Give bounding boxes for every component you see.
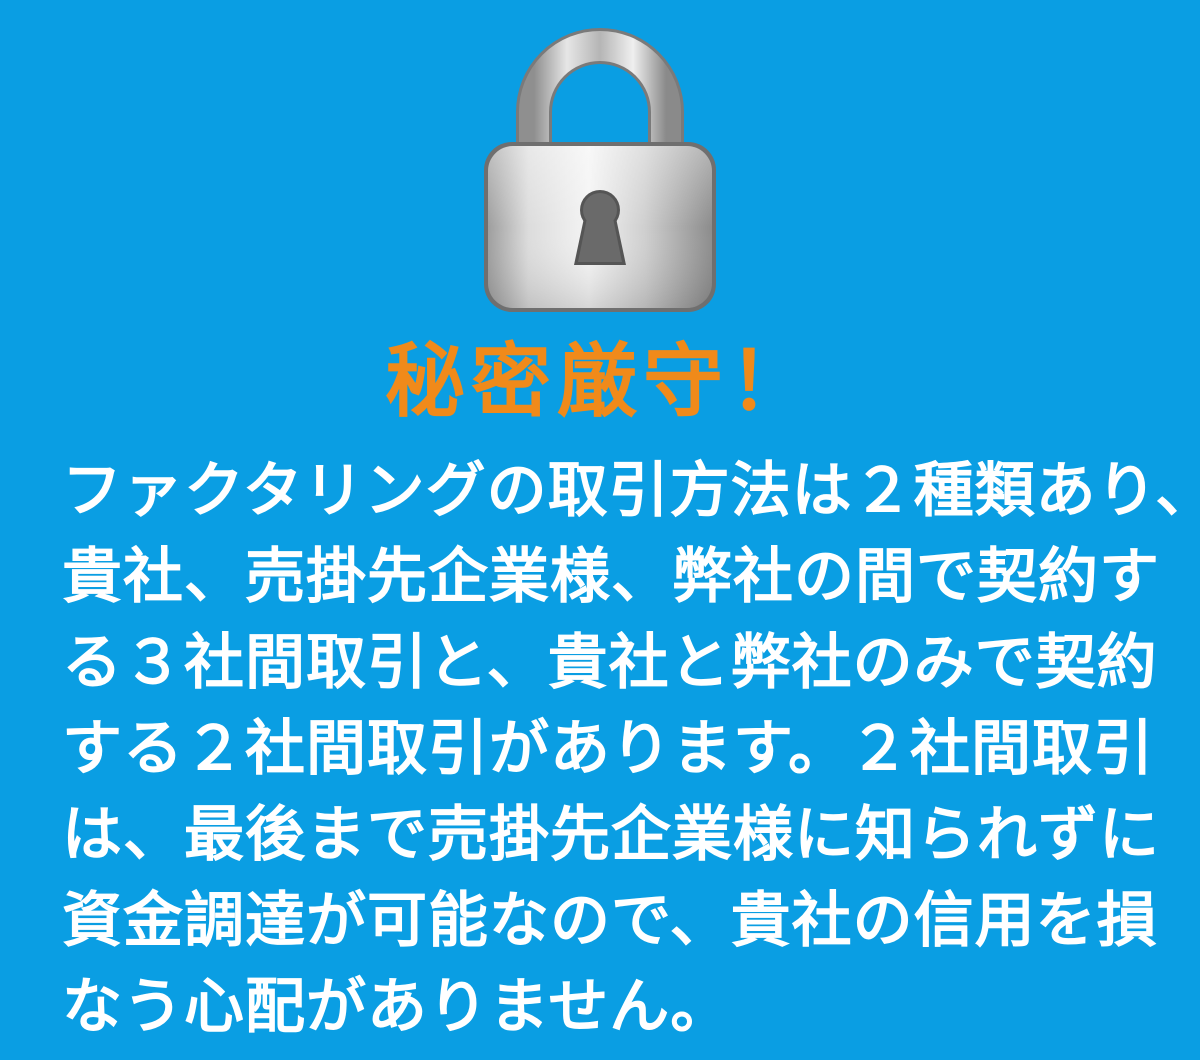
description-line: なう心配がありません。 <box>62 972 732 1042</box>
headline: 秘密厳守！ <box>385 335 815 428</box>
description-line: る３社間取引と、貴社と弊社のみで契約 <box>62 628 1158 698</box>
description: ファクタリングの取引方法は２種類あり、 貴社、売掛先企業様、弊社の間で契約す る… <box>62 448 1200 1050</box>
confidentiality-banner: 秘密厳守！ ファクタリングの取引方法は２種類あり、 貴社、売掛先企業様、弊社の間… <box>0 0 1200 1060</box>
description-line: 貴社、売掛先企業様、弊社の間で契約す <box>62 542 1160 612</box>
description-line: 資金調達が可能なので、貴社の信用を損 <box>62 886 1158 956</box>
padlock-icon <box>470 20 730 320</box>
description-line: する２社間取引があります。２社間取引 <box>62 714 1154 784</box>
description-line: は、最後まで売掛先企業様に知られずに <box>62 800 1160 870</box>
description-line: ファクタリングの取引方法は２種類あり、 <box>62 456 1200 526</box>
